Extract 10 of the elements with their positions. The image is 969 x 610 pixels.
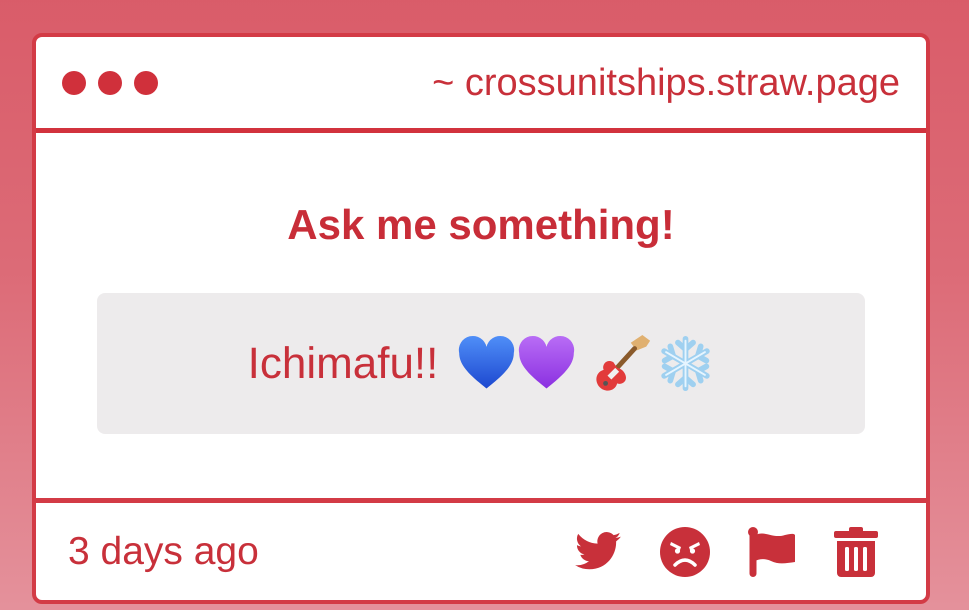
timestamp: 3 days ago [68,528,259,574]
angry-face-icon[interactable] [660,526,710,576]
flag-icon[interactable] [747,526,797,576]
window-title: ~ crossunitships.straw.page [432,60,900,104]
trash-icon[interactable] [834,526,878,576]
answer-text: Ichimafu!! [248,338,438,388]
dot-icon [134,70,158,94]
dot-icon [98,70,122,94]
dot-icon [62,70,86,94]
prompt-title: Ask me something! [287,201,675,249]
